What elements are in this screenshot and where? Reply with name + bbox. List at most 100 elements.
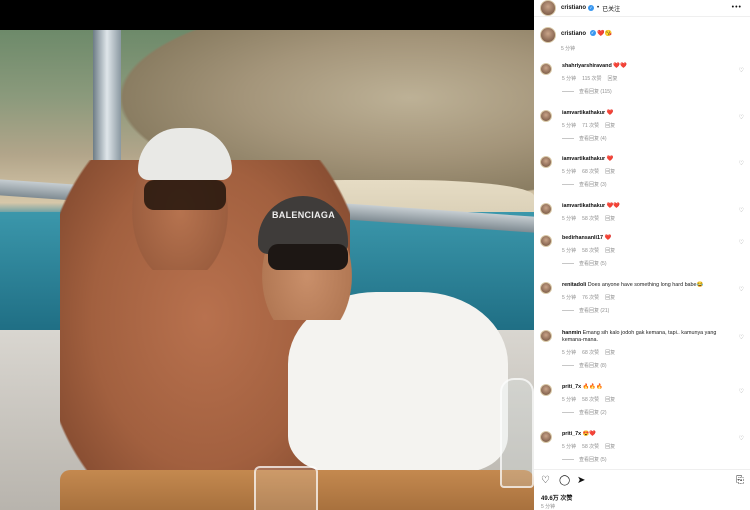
comment-likes[interactable]: 68 次赞 xyxy=(582,349,599,356)
view-replies-button[interactable]: 查看回复 (2) xyxy=(562,409,732,416)
comment-content: 😍❤️ xyxy=(582,431,597,437)
comment-likes[interactable]: 58 次赞 xyxy=(582,396,599,403)
comment-item: iamvartikathakur ❤️❤️ 5 分钟 58 次赞 回复 ♡ xyxy=(540,203,748,222)
comment-row: priti_7x 😍❤️ 5 分钟 58 次赞 回复 查看回复 (5) ♡ xyxy=(540,431,748,463)
comment-like-heart-icon[interactable]: ♡ xyxy=(739,435,744,442)
comment-row: iamvartikathakur ❤️ 5 分钟 71 次赞 回复 查看回复 (4) ♡ xyxy=(540,110,748,142)
view-replies-button[interactable]: 查看回复 (115) xyxy=(562,88,732,95)
comment-content: ❤️ xyxy=(606,110,614,116)
heart-icon[interactable]: ♡ xyxy=(541,475,550,487)
reply-button[interactable]: 回复 xyxy=(605,443,615,450)
post-actions: ♡ ◯ ➤ ⎘ xyxy=(541,475,744,487)
comment-icon[interactable]: ◯ xyxy=(559,475,570,487)
comment-likes[interactable]: 71 次赞 xyxy=(582,122,599,129)
reply-button[interactable]: 回复 xyxy=(605,349,615,356)
reply-button[interactable]: 回复 xyxy=(605,215,615,222)
comment-time: 5 分钟 xyxy=(562,248,577,254)
reply-button[interactable]: 回复 xyxy=(605,247,615,254)
author-avatar[interactable] xyxy=(540,0,556,16)
cap-logo-text: BALENCIAGA xyxy=(272,210,335,220)
commenter-username[interactable]: hanmin xyxy=(562,330,581,336)
commenter-username[interactable]: priti_7x xyxy=(562,431,581,437)
comment-like-heart-icon[interactable]: ♡ xyxy=(739,160,744,167)
commenter-avatar[interactable] xyxy=(540,203,552,215)
commenter-avatar[interactable] xyxy=(540,235,552,247)
reply-button[interactable]: 回复 xyxy=(605,294,615,301)
photo-glass xyxy=(254,466,318,510)
comment-item: iamvartikathakur ❤️ 5 分钟 68 次赞 回复查看回复 (3) ♡ xyxy=(540,156,748,188)
comment-likes[interactable]: 115 次赞 xyxy=(582,75,601,82)
replies-line xyxy=(562,184,574,185)
photo-wine-glass xyxy=(500,378,534,488)
replies-line xyxy=(562,310,574,311)
comment-text: iamvartikathakur ❤️ xyxy=(562,156,732,163)
view-replies-button[interactable]: 查看回复 (4) xyxy=(562,135,732,142)
commenter-avatar[interactable] xyxy=(540,156,552,168)
comment-item: bedirhansanli17 ❤️ 5 分钟 58 次赞 回复 查看回复 (5) ♡ xyxy=(540,235,748,267)
comment-body: shahriyarshiravand ❤️❤️ 5 分钟 115 次赞 回复 查看回复 … xyxy=(562,63,732,95)
comment-likes[interactable]: 58 次赞 xyxy=(582,247,599,254)
replies-line xyxy=(562,91,574,92)
caption-username[interactable]: cristiano xyxy=(561,31,586,37)
comment-like-heart-icon[interactable]: ♡ xyxy=(739,286,744,293)
view-replies-button[interactable]: 查看回复 (21) xyxy=(562,307,732,314)
comment-text: iamvartikathakur ❤️ xyxy=(562,110,732,117)
view-replies-button[interactable]: 查看回复 (3) xyxy=(562,181,732,188)
comment-content: 🔥🔥🔥 xyxy=(582,384,603,390)
comment-like-heart-icon[interactable]: ♡ xyxy=(739,334,744,341)
commenter-username[interactable]: priti_7x xyxy=(562,384,581,390)
comment-like-heart-icon[interactable]: ♡ xyxy=(739,207,744,214)
comment-row: iamvartikathakur ❤️❤️ 5 分钟 58 次赞 回复 ♡ xyxy=(540,203,748,222)
view-replies-button[interactable]: 查看回复 (5) xyxy=(562,456,732,463)
comment-content: ❤️ xyxy=(606,156,614,162)
post-photo[interactable]: BALENCIAGA xyxy=(0,30,534,510)
commenter-avatar[interactable] xyxy=(540,110,552,122)
commenter-avatar[interactable] xyxy=(540,330,552,342)
commenter-username[interactable]: iamvartikathakur xyxy=(562,203,605,209)
reply-button[interactable]: 回复 xyxy=(605,168,615,175)
comment-likes[interactable]: 68 次赞 xyxy=(582,168,599,175)
comment-meta: 5 分钟 68 次赞 回复 xyxy=(562,168,732,175)
likes-count[interactable]: 49.6万 次赞 xyxy=(541,493,572,502)
comment-likes[interactable]: 76 次赞 xyxy=(582,294,599,301)
caption-avatar[interactable] xyxy=(540,27,556,43)
commenter-username[interactable]: bedirhansanli17 xyxy=(562,235,603,241)
commenter-username[interactable]: shahriyarshiravand xyxy=(562,63,612,69)
reply-button[interactable]: 回复 xyxy=(608,75,618,82)
comment-body: renitadoli Does anyone have something lo… xyxy=(562,282,732,314)
comment-like-heart-icon[interactable]: ♡ xyxy=(739,388,744,395)
commenter-username[interactable]: renitadoli xyxy=(562,282,586,288)
header-separator: • xyxy=(597,5,600,11)
comment-body: iamvartikathakur ❤️❤️ 5 分钟 58 次赞 回复 xyxy=(562,203,732,222)
comment-like-heart-icon[interactable]: ♡ xyxy=(739,67,744,74)
commenter-avatar[interactable] xyxy=(540,431,552,443)
commenter-avatar[interactable] xyxy=(540,384,552,396)
share-icon[interactable]: ➤ xyxy=(577,475,585,487)
comment-like-heart-icon[interactable]: ♡ xyxy=(739,239,744,246)
commenter-username[interactable]: iamvartikathakur xyxy=(562,110,605,116)
comment-time: 5 分钟 xyxy=(562,169,577,175)
photo-sunglasses-2 xyxy=(268,244,348,270)
view-replies-button[interactable]: 查看回复 (5) xyxy=(562,260,732,267)
view-replies-button[interactable]: 查看回复 (8) xyxy=(562,362,732,369)
reply-button[interactable]: 回复 xyxy=(605,396,615,403)
comment-item: shahriyarshiravand ❤️❤️ 5 分钟 115 次赞 回复 查看回复 … xyxy=(540,63,748,95)
commenter-avatar[interactable] xyxy=(540,63,552,75)
commenter-username[interactable]: iamvartikathakur xyxy=(562,156,605,162)
comment-likes[interactable]: 58 次赞 xyxy=(582,443,599,450)
comment-text: priti_7x 🔥🔥🔥 xyxy=(562,384,732,391)
author-username[interactable]: cristiano xyxy=(561,5,586,11)
more-horizontal-icon[interactable]: ••• xyxy=(732,4,742,11)
follow-status[interactable]: 已关注 xyxy=(602,4,620,13)
comment-time: 5 分钟 xyxy=(562,216,577,222)
comment-likes[interactable]: 58 次赞 xyxy=(582,215,599,222)
comment-body: iamvartikathakur ❤️ 5 分钟 68 次赞 回复查看回复 (3) xyxy=(562,156,732,188)
comment-item: iamvartikathakur ❤️ 5 分钟 71 次赞 回复 查看回复 (4) ♡ xyxy=(540,110,748,142)
replies-line xyxy=(562,459,574,460)
bookmark-icon[interactable]: ⎘ xyxy=(736,475,744,487)
replies-line xyxy=(562,138,574,139)
commenter-avatar[interactable] xyxy=(540,282,552,294)
reply-button[interactable]: 回复 xyxy=(605,122,615,129)
comment-like-heart-icon[interactable]: ♡ xyxy=(739,114,744,121)
comment-row: shahriyarshiravand ❤️❤️ 5 分钟 115 次赞 回复 查看回复 … xyxy=(540,63,748,95)
